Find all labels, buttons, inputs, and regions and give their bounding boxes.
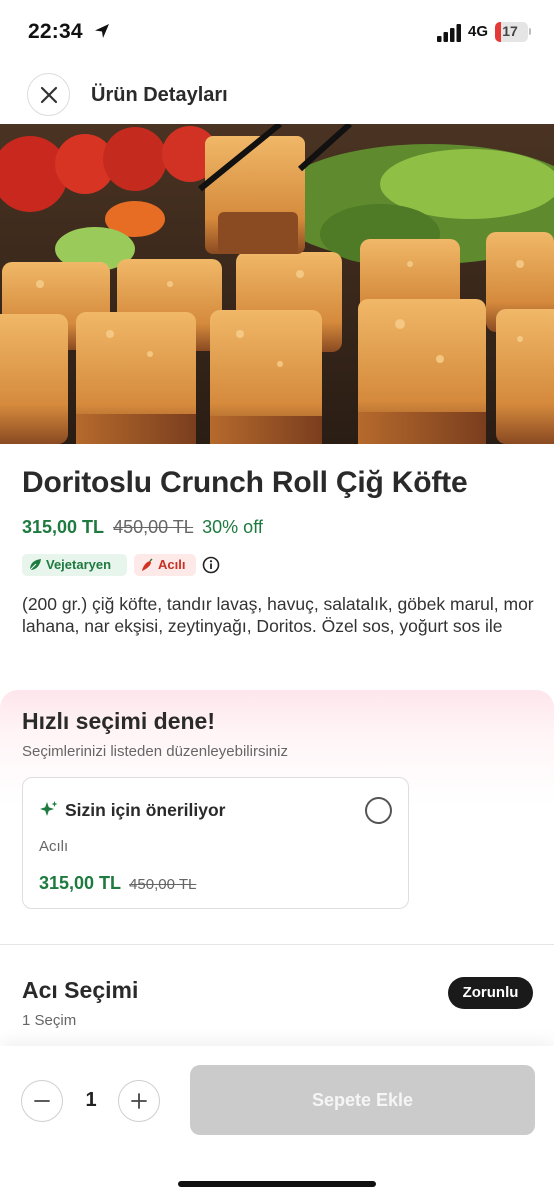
- badge-label: Vejetaryen: [46, 557, 112, 572]
- badge-label: Acılı: [158, 557, 186, 572]
- info-icon[interactable]: [202, 556, 220, 574]
- divider: [0, 944, 554, 945]
- price-row: 315,00 TL 450,00 TL 30% off: [22, 517, 263, 538]
- suggestion-current-price: 315,00 TL: [39, 873, 122, 893]
- spice-selection-subtitle: 1 Seçim: [22, 1012, 77, 1029]
- leaf-icon: [29, 559, 41, 571]
- product-description: (200 gr.) çiğ köfte, tandır lavaş, havuç…: [22, 594, 534, 636]
- suggestion-old-price: 450,00 TL: [129, 876, 197, 893]
- suggestion-card[interactable]: Sizin için öneriliyor Acılı 315,00 TL 45…: [22, 777, 409, 909]
- add-to-cart-button[interactable]: Sepete Ekle: [190, 1065, 535, 1135]
- battery-level: 17: [502, 23, 518, 39]
- suggestion-radio[interactable]: [365, 797, 392, 824]
- network-label: 4G: [468, 23, 489, 40]
- status-time: 22:34: [28, 20, 83, 43]
- required-badge: Zorunlu: [448, 977, 533, 1009]
- bottom-bar: 1 Sepete Ekle: [0, 1046, 554, 1199]
- suggestion-price: 315,00 TL 450,00 TL: [39, 873, 196, 894]
- quantity-increase-button[interactable]: [118, 1080, 160, 1122]
- vegetarian-badge: Vejetaryen: [22, 554, 127, 576]
- page-title: Ürün Detayları: [91, 84, 228, 106]
- close-icon: [40, 86, 58, 104]
- signal-icon: [437, 24, 461, 42]
- quantity-value: 1: [85, 1089, 97, 1111]
- plus-icon: [131, 1093, 147, 1109]
- discount-label: 30% off: [202, 517, 263, 537]
- product-image: [0, 124, 554, 444]
- product-title: Doritoslu Crunch Roll Çiğ Köfte: [22, 466, 468, 499]
- battery-icon: 17: [495, 22, 528, 42]
- suggestion-title: Sizin için öneriliyor: [65, 800, 226, 820]
- current-price: 315,00 TL: [22, 517, 105, 537]
- chili-pepper-icon: [142, 558, 153, 571]
- suggestion-option: Acılı: [39, 838, 69, 855]
- old-price: 450,00 TL: [113, 517, 194, 537]
- minus-icon: [34, 1100, 50, 1102]
- quantity-decrease-button[interactable]: [21, 1080, 63, 1122]
- quick-pick-section: Hızlı seçimi dene! Seçimlerinizi listede…: [0, 690, 554, 945]
- location-arrow-icon: [95, 24, 109, 38]
- header: Ürün Detayları: [0, 64, 554, 124]
- spice-selection-title: Acı Seçimi: [22, 977, 139, 1003]
- sparkle-icon: [40, 801, 58, 816]
- spicy-badge: Acılı: [134, 554, 196, 576]
- close-button[interactable]: [27, 73, 70, 116]
- quick-pick-subtitle: Seçimlerinizi listeden düzenleyebilirsin…: [22, 743, 288, 760]
- quick-pick-title: Hızlı seçimi dene!: [22, 708, 216, 734]
- status-bar: 22:34 4G 17: [0, 0, 554, 64]
- home-indicator: [178, 1181, 376, 1187]
